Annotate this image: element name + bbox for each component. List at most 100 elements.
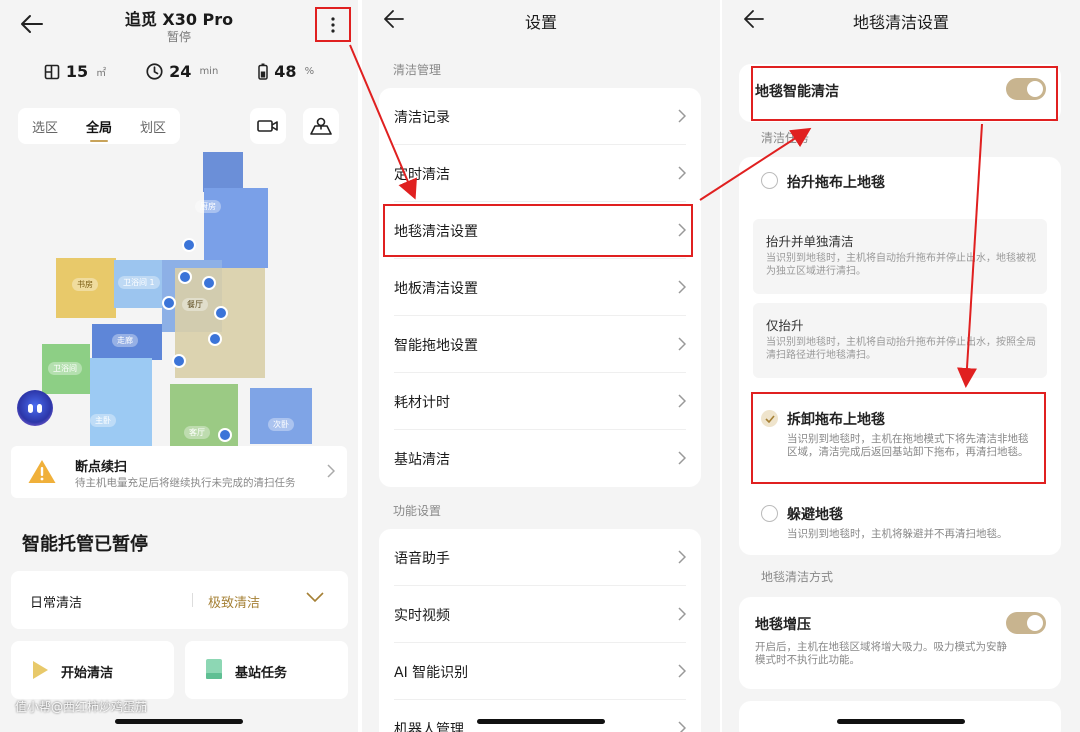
radio-remove-mop[interactable] (761, 410, 778, 427)
device-status: 暂停 (166, 30, 191, 44)
area-icon (44, 64, 60, 79)
section-label-task: 清洁任务 (761, 131, 810, 145)
start-cleaning-button[interactable]: 开始清洁 (11, 641, 174, 699)
resume-cleaning-card[interactable]: 断点续扫 待主机电量充足后将继续执行未完成的清扫任务 (11, 446, 347, 498)
clean-mode-selector[interactable]: 日常清洁 极致清洁 (11, 571, 348, 629)
room-label-bathroom[interactable]: 卫浴间 (48, 362, 82, 375)
menu-item-smart-mop[interactable]: 智能拖地设置 (379, 316, 701, 373)
map-room-block (203, 152, 243, 192)
tab-draw-zone[interactable]: 划区 (140, 117, 166, 136)
menu-item-robot-management[interactable]: 机器人管理 (379, 700, 701, 732)
sub-option-lift-separate[interactable]: 抬升并单独清洁 当识别到地毯时，主机将自动抬升拖布并停止出水，地毯被视为独立区域… (753, 219, 1047, 294)
resume-title: 断点续扫 (75, 460, 128, 475)
radio-avoid[interactable] (761, 505, 778, 522)
chevron-right-icon (678, 607, 686, 621)
video-button[interactable] (250, 108, 286, 144)
mode-daily[interactable]: 日常清洁 (30, 592, 82, 611)
chevron-right-icon (327, 464, 335, 478)
menu-item-scheduled-clean[interactable]: 定时清洁 (379, 145, 701, 202)
menu-item-label: 耗材计时 (394, 394, 450, 411)
settings-header: 设置 (362, 0, 720, 40)
more-dots-icon (331, 16, 335, 33)
room-label-bathroom1[interactable]: 卫浴间 1 (118, 276, 160, 289)
sub-option-desc: 当识别到地毯时，主机将自动抬升拖布并停止出水，按照全局清扫路径进行地毯清扫。 (766, 337, 1036, 361)
menu-item-live-video[interactable]: 实时视频 (379, 586, 701, 643)
stat-area: 15 ㎡ (44, 62, 106, 81)
floor-map[interactable]: 厨房 书房 卫浴间 1 餐厅 走廊 卫浴间 主卧 客厅 次卧 (20, 148, 340, 448)
chevron-right-icon (678, 280, 686, 294)
check-icon (764, 414, 775, 423)
avatar-eye (37, 403, 42, 413)
map-icon (310, 117, 332, 135)
stat-time-value: 24 (169, 62, 192, 81)
chevron-right-icon (678, 223, 686, 237)
sub-option-title: 仅抬升 (766, 318, 804, 333)
carpet-boost-card: 地毯增压 开启后，主机在地毯区域将增大吸力。吸力模式为安静模式时不执行此功能。 (739, 597, 1061, 689)
stat-area-value: 15 (65, 62, 89, 81)
map-mode-tabs: 选区 全局 划区 (18, 108, 180, 144)
menu-item-label: 基站清洁 (394, 451, 450, 468)
more-menu-button[interactable] (315, 7, 351, 42)
section-label-clean-mgmt: 清洁管理 (393, 63, 442, 77)
mode-ultimate[interactable]: 极致清洁 (208, 592, 260, 611)
stat-time: 24 min (146, 62, 218, 81)
option-avoid-title[interactable]: 躲避地毯 (787, 504, 843, 524)
chevron-right-icon (678, 394, 686, 408)
device-name: 追觅 X30 Pro (124, 10, 234, 29)
station-tasks-label: 基站任务 (235, 666, 288, 681)
home-indicator[interactable] (115, 719, 243, 724)
chevron-down-icon[interactable] (305, 590, 325, 604)
section-label-method: 地毯清洁方式 (761, 570, 834, 584)
chevron-right-icon (678, 550, 686, 564)
tab-global[interactable]: 全局 (86, 117, 112, 142)
option-remove-desc: 当识别到地毯时，主机在拖地模式下将先清洁非地毯区域，清洁完成后返回基站卸下拖布，… (787, 433, 1029, 458)
carpet-boost-toggle[interactable] (1006, 612, 1046, 634)
room-label-study[interactable]: 书房 (72, 278, 98, 291)
room-label-second[interactable]: 次卧 (268, 418, 294, 431)
option-lift-title[interactable]: 抬升拖布上地毯 (787, 172, 885, 192)
tab-select-area[interactable]: 选区 (32, 117, 58, 136)
smart-carpet-toggle[interactable] (1006, 78, 1046, 100)
sub-option-title: 抬升并单独清洁 (766, 234, 854, 249)
menu-item-station-clean[interactable]: 基站清洁 (379, 430, 701, 487)
sub-option-desc: 当识别到地毯时，主机将自动抬升拖布并停止出水，地毯被视为独立区域进行清扫。 (766, 253, 1036, 277)
option-avoid-desc: 当识别到地毯时，主机将躲避并不再清扫地毯。 (787, 528, 1008, 540)
station-icon (206, 659, 222, 679)
sub-option-lift-only[interactable]: 仅抬升 当识别到地毯时，主机将自动抬升拖布并停止出水，按照全局清扫路径进行地毯清… (753, 303, 1047, 378)
menu-item-consumables[interactable]: 耗材计时 (379, 373, 701, 430)
menu-item-floor-settings[interactable]: 地板清洁设置 (379, 259, 701, 316)
device-home-screen: 追觅 X30 Pro 暂停 15 ㎡ 24 min 48% 选区 全局 划区 厨… (0, 0, 358, 732)
menu-item-label: AI 智能识别 (394, 664, 469, 681)
map-marker[interactable] (182, 238, 196, 252)
menu-item-label: 智能拖地设置 (394, 337, 478, 354)
chevron-right-icon (678, 721, 686, 732)
menu-item-ai-recognition[interactable]: AI 智能识别 (379, 643, 701, 700)
features-group: 语音助手 实时视频 AI 智能识别 机器人管理 (379, 529, 701, 732)
option-remove-title[interactable]: 拆卸拖布上地毯 (787, 409, 885, 429)
map-marker[interactable] (202, 276, 216, 290)
room-label-living[interactable]: 客厅 (184, 426, 210, 439)
menu-item-carpet-settings[interactable]: 地毯清洁设置 (379, 202, 701, 259)
menu-item-label: 实时视频 (394, 607, 450, 624)
menu-item-voice-assistant[interactable]: 语音助手 (379, 529, 701, 586)
smart-carpet-card: 地毯智能清洁 (739, 64, 1061, 122)
radio-lift[interactable] (761, 172, 778, 189)
map-marker[interactable] (162, 296, 176, 310)
map-marker[interactable] (178, 270, 192, 284)
home-indicator[interactable] (837, 719, 965, 724)
home-indicator[interactable] (477, 719, 605, 724)
map-marker[interactable] (172, 354, 186, 368)
map-marker[interactable] (214, 306, 228, 320)
room-label-kitchen[interactable]: 厨房 (195, 200, 221, 213)
menu-item-label: 机器人管理 (394, 721, 464, 732)
station-tasks-button[interactable]: 基站任务 (185, 641, 348, 699)
room-label-master[interactable]: 主卧 (90, 414, 116, 427)
map-edit-button[interactable] (303, 108, 339, 144)
assistant-avatar[interactable] (17, 390, 53, 426)
settings-screen: 设置 清洁管理 清洁记录 定时清洁 地毯清洁设置 地板清洁设置 智能拖地设置 耗… (362, 0, 720, 732)
map-marker[interactable] (218, 428, 232, 442)
menu-item-clean-records[interactable]: 清洁记录 (379, 88, 701, 145)
map-marker[interactable] (208, 332, 222, 346)
room-label-dining[interactable]: 餐厅 (182, 298, 208, 311)
room-label-hallway[interactable]: 走廊 (112, 334, 138, 347)
